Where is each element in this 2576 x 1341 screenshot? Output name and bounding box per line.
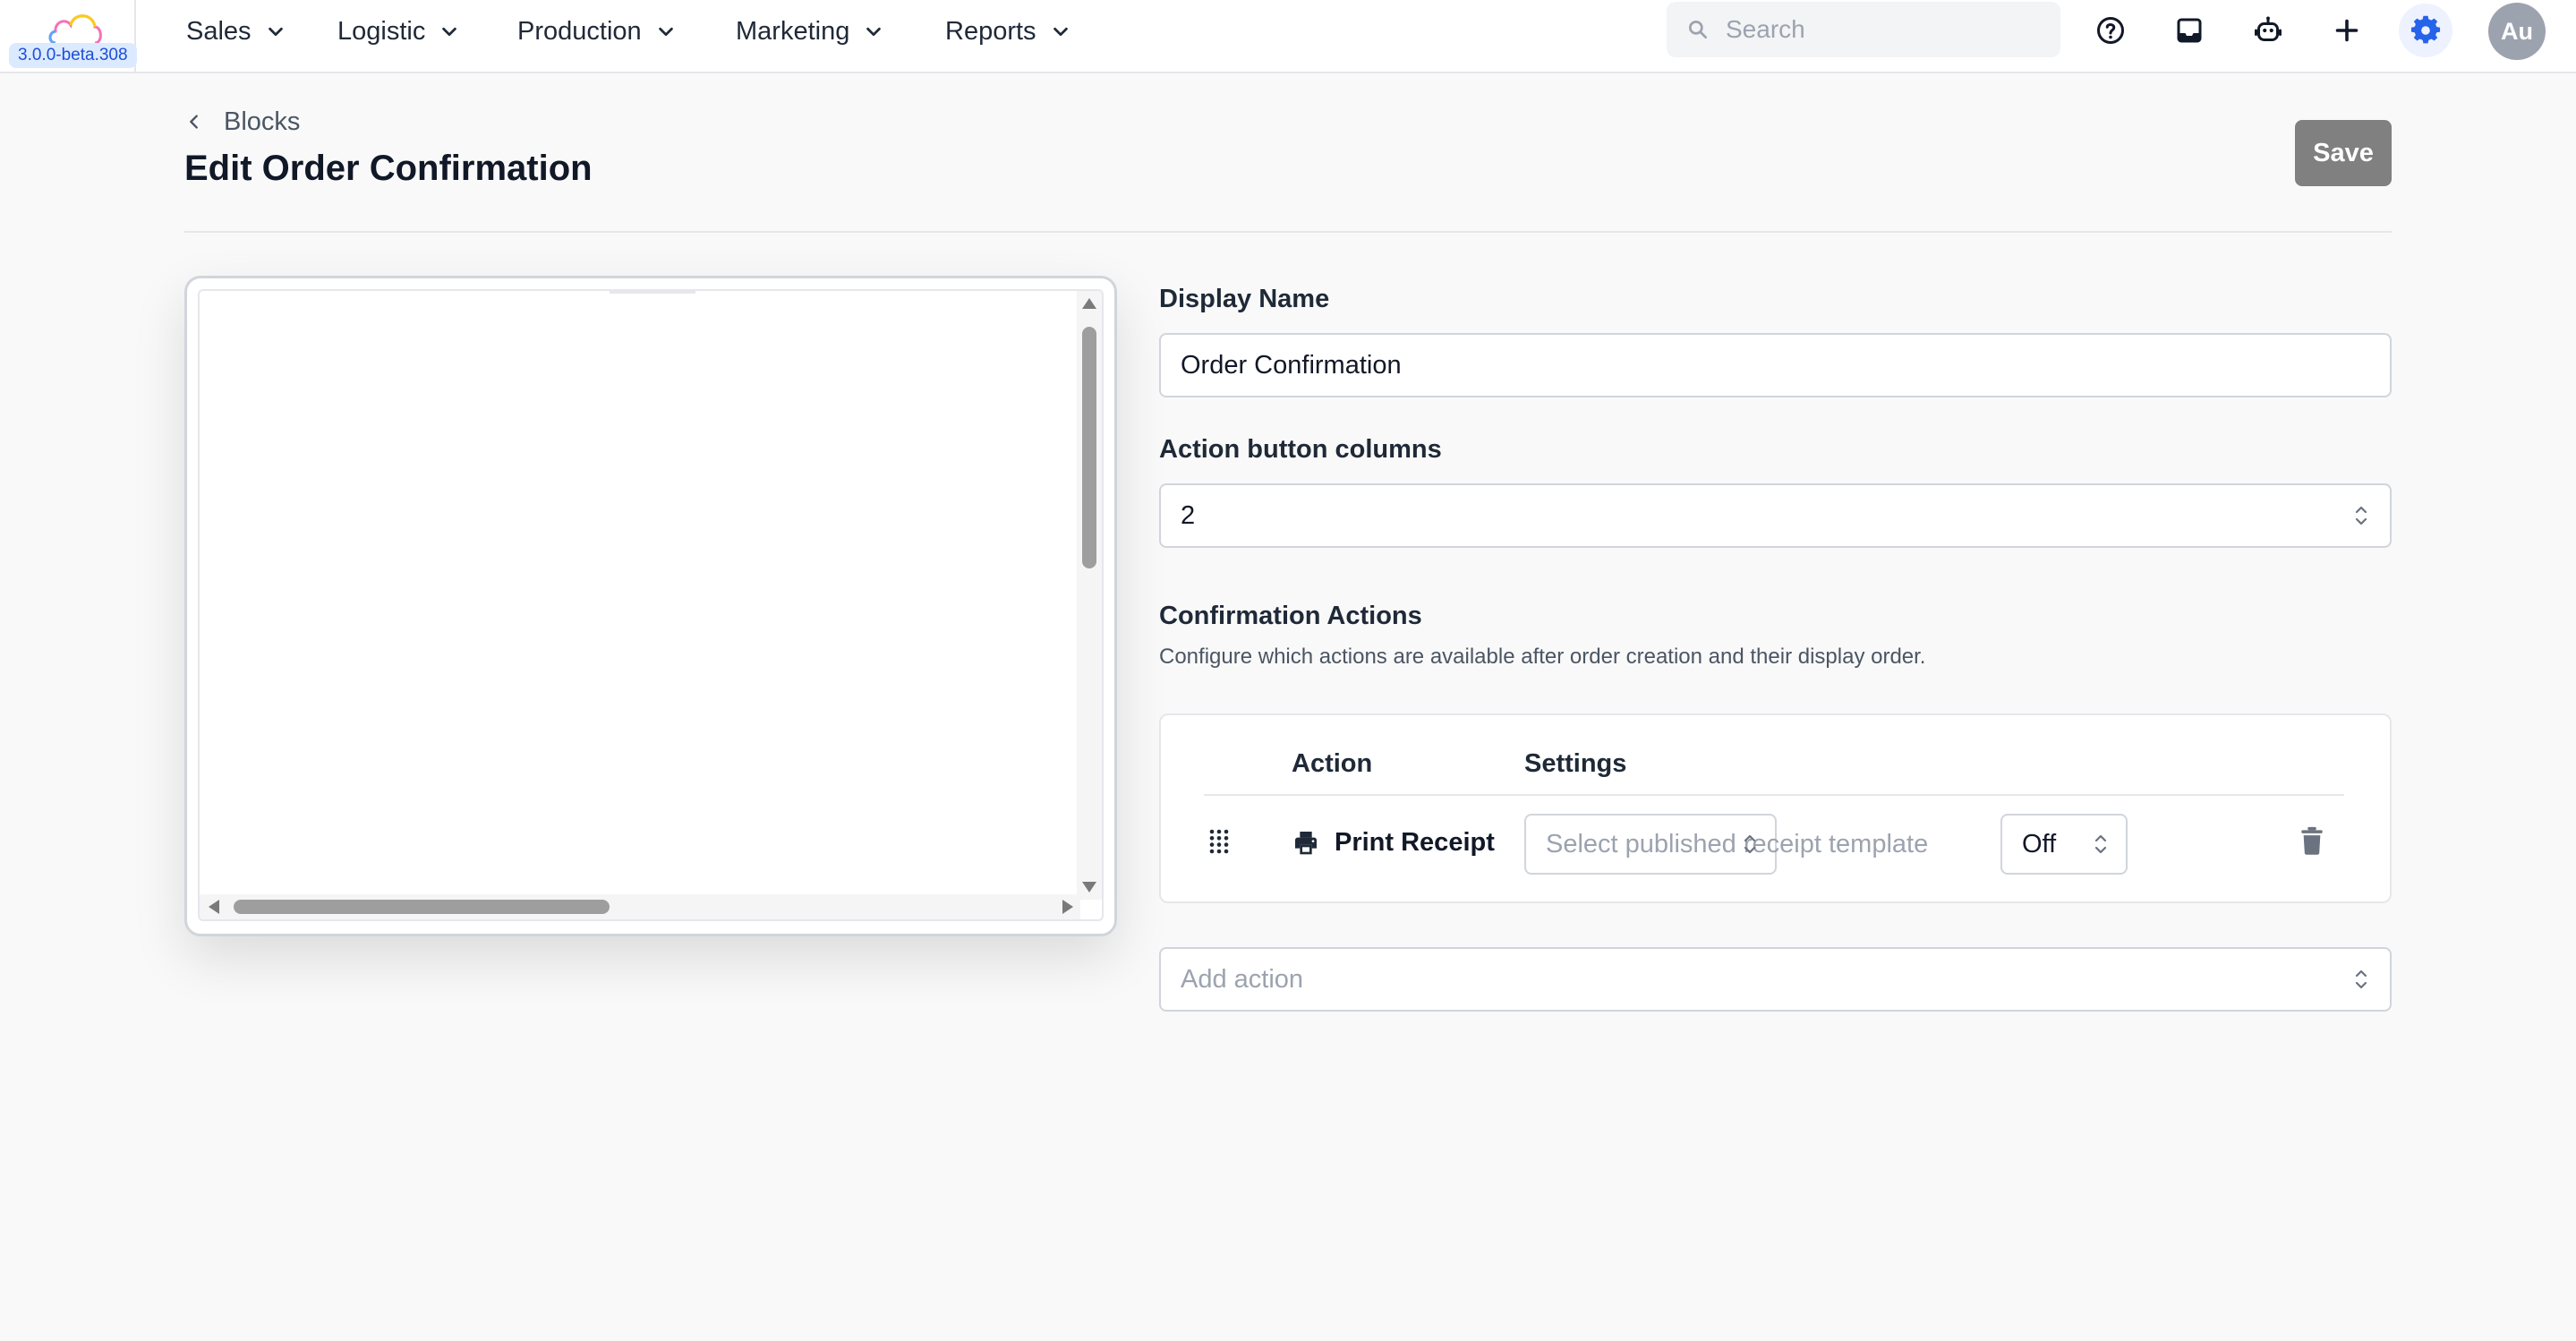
add-action-select[interactable]: Add action <box>1159 947 2392 1012</box>
search-icon <box>1688 20 1708 39</box>
cloud-logo-icon <box>48 14 102 45</box>
preview-viewport[interactable] <box>198 289 1104 921</box>
inbox-button[interactable] <box>2166 7 2213 54</box>
chevron-down-icon <box>268 27 283 37</box>
chevron-down-icon <box>866 27 882 37</box>
scroll-right-arrow-icon[interactable] <box>1062 900 1073 914</box>
confirmation-actions-table: Action Settings Print Receipt Select pub… <box>1159 713 2392 903</box>
nav-reports[interactable]: Reports <box>945 0 1070 63</box>
nav-logistic[interactable]: Logistic <box>337 0 459 63</box>
nav-marketing-label: Marketing <box>736 16 850 46</box>
header-divider <box>184 231 2392 233</box>
action-button-columns-select[interactable]: 2 <box>1159 483 2392 548</box>
nav-reports-label: Reports <box>945 16 1036 46</box>
chevron-left-icon <box>190 115 198 129</box>
column-header-settings: Settings <box>1524 749 1627 778</box>
search-box[interactable] <box>1667 2 2060 57</box>
settings-button[interactable] <box>2399 4 2452 57</box>
chevron-up-down-icon <box>2355 969 2367 989</box>
breadcrumb-label: Blocks <box>224 107 301 136</box>
help-button[interactable] <box>2087 7 2134 54</box>
inbox-icon <box>2177 18 2202 43</box>
horizontal-scroll-thumb[interactable] <box>234 900 610 914</box>
action-button-columns-value: 2 <box>1181 500 1196 530</box>
nav-logistic-label: Logistic <box>337 16 426 46</box>
plus-icon <box>2335 19 2358 42</box>
chevron-up-down-icon <box>2094 834 2107 854</box>
toggle-state-select[interactable]: Off <box>2000 814 2128 875</box>
nav-sales-label: Sales <box>186 16 252 46</box>
preview-device-frame <box>184 276 1117 936</box>
logo-area[interactable]: 3.0.0-beta.308 <box>0 0 137 72</box>
chevron-down-icon <box>1053 27 1068 37</box>
nav-marketing[interactable]: Marketing <box>736 0 883 63</box>
toggle-state-value: Off <box>2022 829 2057 858</box>
printer-icon <box>1295 832 1317 855</box>
scroll-left-arrow-icon[interactable] <box>209 900 219 914</box>
scroll-down-arrow-icon[interactable] <box>1082 882 1096 893</box>
column-header-action: Action <box>1292 749 1373 778</box>
version-badge: 3.0.0-beta.308 <box>9 43 137 68</box>
page-title: Edit Order Confirmation <box>184 149 593 188</box>
assistant-button[interactable] <box>2245 7 2291 54</box>
display-name-label: Display Name <box>1159 285 1330 313</box>
help-circle-icon <box>2097 17 2124 44</box>
preview-notch <box>610 291 695 294</box>
receipt-template-select[interactable]: Select published receipt template <box>1524 814 1928 875</box>
nav-sales[interactable]: Sales <box>186 0 286 63</box>
action-row-label: Print Receipt <box>1335 828 1495 857</box>
drag-handle-icon[interactable] <box>1207 828 1231 855</box>
user-avatar[interactable]: Au <box>2488 3 2546 60</box>
table-header-divider <box>1204 794 2344 796</box>
search-input[interactable] <box>1726 15 2030 44</box>
nav-production-label: Production <box>517 16 642 46</box>
action-button-columns-label: Action button columns <box>1159 435 1442 464</box>
robot-icon <box>2255 16 2282 41</box>
confirmation-actions-description: Configure which actions are available af… <box>1159 645 1926 669</box>
vertical-scroll-thumb[interactable] <box>1082 327 1096 568</box>
create-button[interactable] <box>2324 7 2370 54</box>
breadcrumb-back-link[interactable]: Blocks <box>184 104 300 140</box>
trash-icon <box>2301 826 2323 855</box>
top-navigation-bar: 3.0.0-beta.308 Sales Logistic Production… <box>0 0 2576 73</box>
vertical-scrollbar[interactable] <box>1077 291 1102 900</box>
horizontal-scrollbar[interactable] <box>200 894 1080 919</box>
confirmation-actions-title: Confirmation Actions <box>1159 602 1422 630</box>
delete-action-button[interactable] <box>2296 823 2328 858</box>
gear-icon <box>2410 15 2441 44</box>
display-name-input[interactable] <box>1159 333 2392 397</box>
chevron-down-icon <box>442 27 457 37</box>
receipt-template-placeholder: Select published receipt template <box>1546 829 1929 858</box>
chevron-up-down-icon <box>2355 506 2367 525</box>
chevron-down-icon <box>658 27 673 37</box>
save-button[interactable]: Save <box>2295 120 2392 186</box>
chevron-up-down-icon <box>1744 834 1756 854</box>
nav-production[interactable]: Production <box>517 0 676 63</box>
add-action-placeholder: Add action <box>1181 964 1304 994</box>
scroll-up-arrow-icon[interactable] <box>1082 298 1096 309</box>
